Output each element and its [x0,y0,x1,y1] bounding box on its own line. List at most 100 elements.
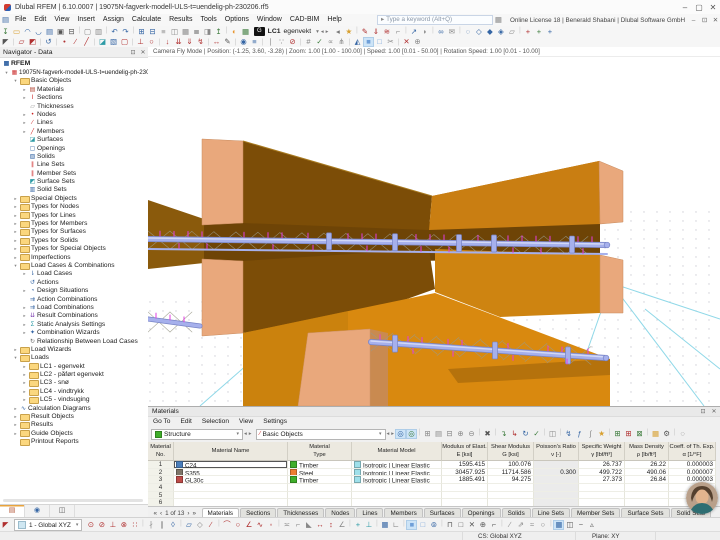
window-grid-icon[interactable]: ◫ [169,27,180,37]
section-cut-icon[interactable]: ⊘ [287,37,298,47]
table-cell-type[interactable] [288,484,352,492]
table-cell-alpha[interactable]: 0.000007 [669,469,716,477]
edit-load-icon[interactable]: ✎ [359,27,370,37]
cloud-save-icon[interactable]: ◡ [33,27,44,37]
line-2p-icon[interactable]: ∕ [205,520,216,530]
tree-item-member-sets[interactable]: ∥Member Sets [0,170,148,178]
expand-arrow-icon[interactable]: ▸ [12,421,19,429]
row-delete-icon[interactable]: ⊟ [444,429,455,439]
win-a-icon[interactable]: ▦ [553,520,564,530]
menu-options[interactable]: Options [221,14,253,26]
split-icon[interactable]: ⋔ [336,37,347,47]
prev-icon[interactable]: ◂ [332,27,343,37]
connect-icon[interactable]: ∝ [325,37,336,47]
upload-icon[interactable]: ↥ [213,27,224,37]
show-load-icon[interactable]: ⇓ [370,27,381,37]
table-cell-rho[interactable]: 26.84 [625,476,669,484]
next-case-icon[interactable]: ▸ [326,29,329,35]
expand-arrow-icon[interactable]: ▸ [21,396,28,404]
table-cell-nu[interactable] [534,461,579,469]
column-header[interactable]: Coeff. of Th. Exp.α [1/°F] [669,442,716,461]
import-row-icon[interactable]: ↴ [498,429,509,439]
tree-item-relationship-between-load-cases[interactable]: ↻Relationship Between Load Cases [0,338,148,346]
expand-arrow-icon[interactable]: ▸ [21,94,28,102]
tree-item-loads[interactable]: ▾Loads [0,354,148,362]
expand-arrow-icon[interactable]: ▸ [12,430,19,438]
apply-icon[interactable]: ✓ [531,429,542,439]
expand-arrow-icon[interactable]: ▾ [12,77,19,85]
calendar-icon[interactable]: ▦ [493,15,504,25]
prev-icon[interactable]: ◂ [244,431,247,437]
column-header[interactable]: Material Model [352,442,442,461]
tree-item-design-situations[interactable]: ▸◔Design Situations [0,287,148,295]
ellipse-icon[interactable]: ◦ [265,520,276,530]
dimension-icon[interactable]: ↔ [211,37,222,47]
support-new-icon[interactable]: ⊥ [135,37,146,47]
select-arrow-icon[interactable]: ◤ [0,37,11,47]
menu-assign[interactable]: Assign [99,14,128,26]
box-icon[interactable]: □ [455,520,466,530]
undo-icon[interactable]: ↶ [109,27,120,37]
render-mode-icon[interactable]: ◐ [229,27,240,37]
column-header[interactable]: MaterialNo. [148,442,174,461]
menu-cad-bim[interactable]: CAD-BIM [286,14,324,26]
hinge-new-icon[interactable]: ○ [146,37,157,47]
insert-cell-icon[interactable]: ▦ [240,27,251,37]
menu-window[interactable]: Window [253,14,286,26]
structure-dropdown[interactable]: Structure ▾ [151,429,243,440]
close-icon[interactable]: ✕ [706,3,720,12]
expand-arrow-icon[interactable]: ▸ [21,119,28,127]
snap-mid-icon[interactable]: ⊘ [96,520,107,530]
table-cell-name[interactable] [174,492,288,500]
expand-arrow-icon[interactable]: ▸ [12,220,19,228]
load-case-selector[interactable]: G LC1 egenvekt ▾ ◂ ▸ [254,27,329,36]
tree-item-load-wizards[interactable]: ▸Load Wizards [0,346,148,354]
star-icon[interactable]: ★ [343,27,354,37]
coordinate-system-dropdown[interactable]: 1 - Global XYZ ▾ [14,519,82,531]
table-cell-alpha[interactable]: 0.000003 [669,461,716,469]
table-cell-no[interactable]: 1 [148,461,174,469]
snap-int-icon[interactable]: ⊗ [118,520,129,530]
menu-calculate[interactable]: Calculate [128,14,165,26]
redo-icon[interactable]: ↷ [120,27,131,37]
dropdown-arrow-icon[interactable]: ▾ [316,29,319,35]
table-cell-name[interactable]: S355 [174,469,288,477]
table-cell-e[interactable] [442,484,488,492]
table-settings-icon[interactable]: ⚙ [661,429,672,439]
display-tab[interactable]: ◉ [25,505,50,517]
open-icon[interactable]: ▭ [11,27,22,37]
table-cell-nu[interactable] [534,484,579,492]
axes-y-icon[interactable]: + [533,27,544,37]
guide-point-icon[interactable]: ∵ [276,37,287,47]
tree-item-types-for-surfaces[interactable]: ▸Types for Surfaces [0,228,148,236]
expand-arrow-icon[interactable]: ▸ [21,312,28,320]
snap-perp-icon[interactable]: ⊥ [107,520,118,530]
column-header[interactable]: Modulus of Elast.E [ksi] [442,442,488,461]
check-icon[interactable]: ✓ [314,37,325,47]
undo-sel-icon[interactable]: ↺ [43,37,54,47]
tree-item-types-for-solids[interactable]: ▸Types for Solids [0,237,148,245]
data-tab[interactable]: ▤ [0,505,25,517]
table-cell-no[interactable]: 5 [148,492,174,500]
expand-arrow-icon[interactable]: ▸ [12,228,19,236]
filter-fx-icon[interactable]: ∫ [585,429,596,439]
menu-tools[interactable]: Tools [196,14,220,26]
tree-item-nodes[interactable]: ▸•Nodes [0,111,148,119]
member-new-icon[interactable]: ╱ [81,37,92,47]
materials-menu-edit[interactable]: Edit [175,417,196,426]
next-icon[interactable]: ▸ [249,431,252,437]
objects-dropdown[interactable]: ∕ Basic Objects ▾ [256,429,386,440]
tree-item-load-cases[interactable]: ▸⇂Load Cases [0,270,148,278]
materials-menu-go-to[interactable]: Go To [148,417,175,426]
menu-insert[interactable]: Insert [73,14,99,26]
search-model-icon[interactable]: ◌ [462,27,473,37]
tree-item-results[interactable]: ▸Results [0,421,148,429]
lock-icon[interactable]: ⊓ [444,520,455,530]
first-page-icon[interactable]: « [154,510,158,517]
table-cell-rho[interactable] [625,492,669,500]
table-cell-e[interactable] [442,492,488,500]
tree-item-lc1-egenvekt[interactable]: ▸LC1 - egenvekt [0,363,148,371]
annotation-icon[interactable]: ✎ [222,37,233,47]
copy-icon[interactable]: ▥ [93,27,104,37]
render-wire-icon[interactable]: □ [417,520,428,530]
